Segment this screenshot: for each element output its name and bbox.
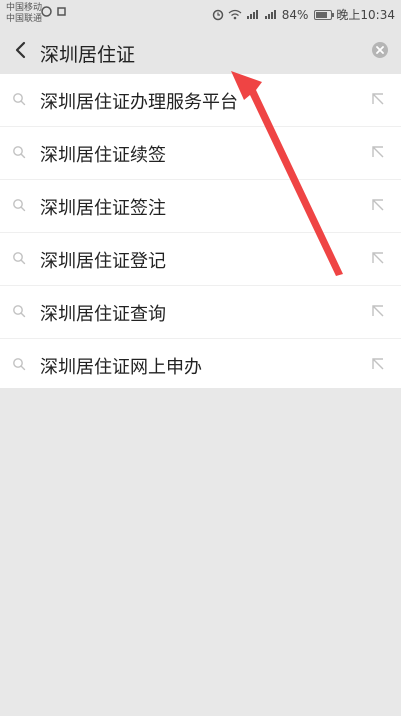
battery-icon	[314, 9, 335, 20]
system-status: 84% 晚上10:34	[212, 6, 395, 23]
alarm-icon	[212, 9, 223, 20]
suggestion-item[interactable]: 深圳居住证网上申办	[0, 339, 401, 391]
back-arrow-icon[interactable]	[10, 38, 34, 62]
search-icon	[13, 146, 26, 159]
suggestion-text: 深圳居住证登记	[40, 251, 166, 272]
suggestion-text: 深圳居住证查询	[40, 304, 166, 325]
arrow-up-left-icon[interactable]	[371, 304, 385, 318]
suggestion-text: 深圳居住证网上申办	[40, 357, 202, 378]
carrier-names: 中国移动 中国联通	[6, 3, 42, 25]
clear-icon[interactable]	[371, 41, 389, 59]
suggestion-list: 深圳居住证办理服务平台 深圳居住证续签 深圳居住证签注 深圳居住证登记 深圳居住…	[0, 74, 401, 388]
signal-icon-1	[246, 10, 258, 19]
notification-icons	[41, 6, 67, 17]
suggestion-text: 深圳居住证签注	[40, 198, 166, 219]
search-icon	[13, 93, 26, 106]
suggestion-item[interactable]: 深圳居住证办理服务平台	[0, 74, 401, 127]
arrow-up-left-icon[interactable]	[371, 92, 385, 106]
arrow-up-left-icon[interactable]	[371, 198, 385, 212]
suggestion-item[interactable]: 深圳居住证续签	[0, 127, 401, 180]
arrow-up-left-icon[interactable]	[371, 357, 385, 371]
carrier-name-1: 中国移动	[6, 3, 43, 13]
wifi-icon	[228, 9, 242, 20]
search-icon	[13, 252, 26, 265]
signal-icon-2	[264, 10, 276, 19]
suggestion-text: 深圳居住证办理服务平台	[40, 92, 238, 113]
notification-icon	[41, 6, 52, 17]
search-icon	[13, 305, 26, 318]
suggestion-item[interactable]: 深圳居住证签注	[0, 180, 401, 233]
clock-time: 晚上10:34	[336, 8, 395, 22]
suggestion-text: 深圳居住证续签	[40, 145, 166, 166]
search-icon	[13, 358, 26, 371]
security-icon	[57, 7, 66, 16]
search-input[interactable]: 深圳居住证	[40, 40, 135, 67]
battery-percent: 84%	[281, 7, 309, 22]
carrier-name-2: 中国联通	[6, 14, 43, 24]
arrow-up-left-icon[interactable]	[371, 145, 385, 159]
arrow-up-left-icon[interactable]	[371, 251, 385, 265]
status-bar: 中国移动 中国联通 84% 晚上10:34	[0, 0, 401, 30]
search-icon	[13, 199, 26, 212]
search-header: 深圳居住证	[0, 30, 401, 74]
suggestion-item[interactable]: 深圳居住证查询	[0, 286, 401, 339]
suggestion-item[interactable]: 深圳居住证登记	[0, 233, 401, 286]
